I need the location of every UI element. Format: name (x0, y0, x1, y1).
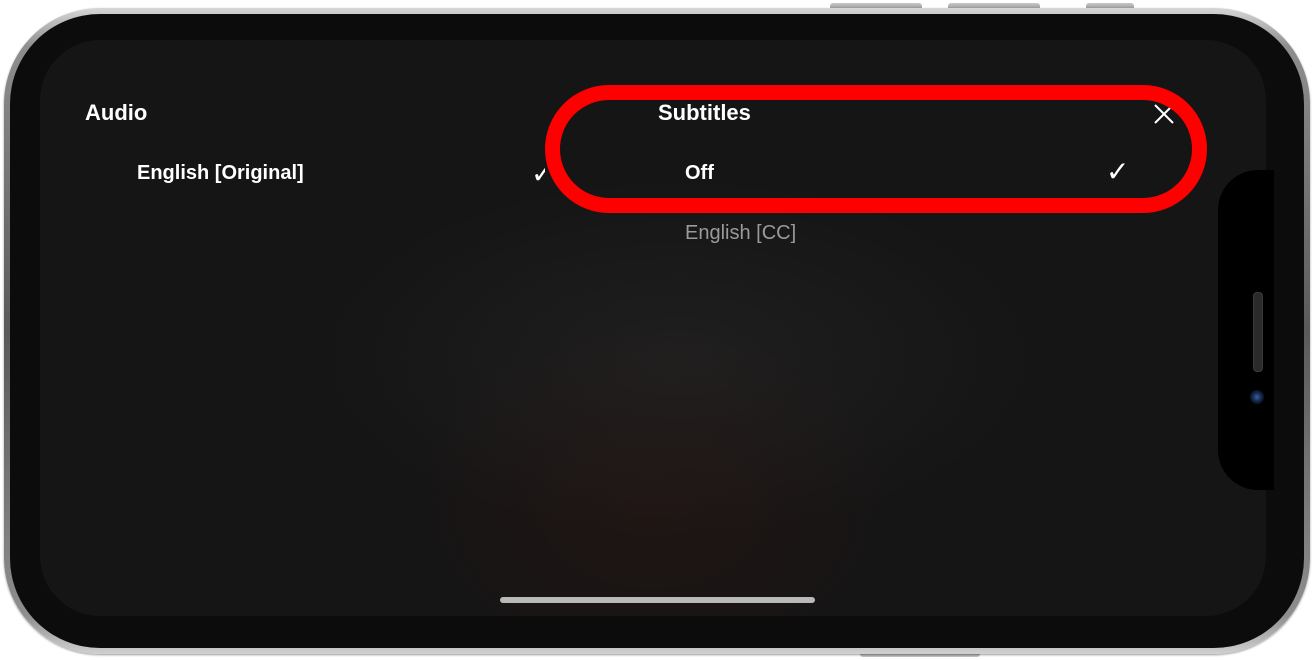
home-indicator[interactable] (500, 597, 815, 603)
audio-option-english-original[interactable]: English [Original] (137, 161, 304, 185)
audio-checkmark-icon: ✓ (531, 160, 545, 188)
audio-subtitles-panel (40, 40, 1266, 616)
earpiece-speaker (1253, 292, 1263, 372)
subtitle-option-english-cc[interactable]: English [CC] (685, 221, 796, 245)
subtitle-checkmark-icon: ✓ (1106, 156, 1130, 187)
subtitle-option-off[interactable]: Off (685, 161, 714, 185)
subtitles-heading: Subtitles (658, 100, 751, 125)
phone-notch (1218, 170, 1274, 490)
front-camera (1250, 390, 1264, 404)
audio-heading: Audio (85, 100, 148, 125)
close-icon[interactable] (1150, 100, 1178, 128)
